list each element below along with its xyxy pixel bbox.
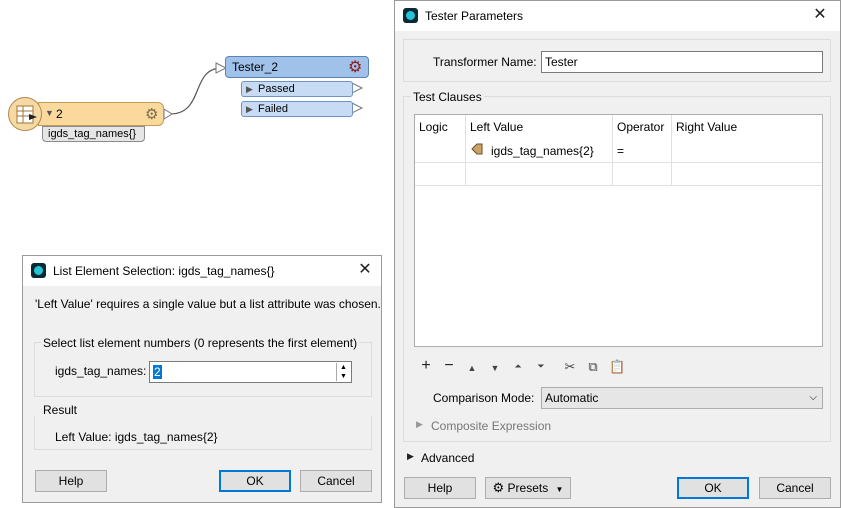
dialog-message: 'Left Value' requires a single value but…: [35, 297, 381, 311]
move-top-icon[interactable]: ⏶: [511, 361, 525, 372]
cancel-button[interactable]: Cancel: [300, 470, 372, 492]
test-clauses-label: Test Clauses: [411, 90, 484, 104]
transformer-name-input[interactable]: Tester: [541, 51, 823, 73]
gear-icon: ⚙: [492, 480, 505, 495]
left-value-cell[interactable]: igds_tag_names{2}: [491, 144, 594, 158]
port-label: Passed: [258, 83, 295, 95]
cancel-button[interactable]: Cancel: [759, 477, 831, 499]
comparison-mode-label: Comparison Mode:: [433, 391, 535, 405]
attribute-label: igds_tag_names{}: [42, 126, 145, 142]
list-index-spinbox[interactable]: 2 ▲ ▼: [149, 361, 352, 383]
expand-arrow-icon: ▶: [246, 84, 253, 94]
comparison-mode-value: Automatic: [545, 391, 599, 405]
remove-row-icon[interactable]: −: [442, 357, 456, 375]
port-label: Failed: [258, 103, 288, 115]
port-failed[interactable]: ▶ Failed: [241, 101, 353, 117]
advanced-toggle[interactable]: Advanced: [421, 451, 474, 465]
dialog-title: Tester Parameters: [425, 9, 524, 23]
spin-buttons[interactable]: ▲ ▼: [336, 363, 350, 381]
copy-icon[interactable]: ⧉: [586, 359, 600, 375]
ok-button[interactable]: OK: [219, 470, 291, 492]
cut-icon[interactable]: ✂: [563, 359, 577, 375]
list-element-dialog: List Element Selection: igds_tag_names{}…: [22, 255, 382, 503]
help-button[interactable]: Help: [404, 477, 476, 499]
move-down-icon[interactable]: ▼: [488, 363, 502, 373]
table-icon: [16, 105, 37, 124]
expand-arrow-icon: ▶: [246, 104, 253, 114]
expand-arrow-icon[interactable]: ▶: [416, 419, 423, 430]
result-text: Left Value: igds_tag_names{2}: [55, 430, 218, 444]
expand-arrow-icon[interactable]: ▶: [407, 451, 414, 462]
port-number: 2: [56, 107, 63, 121]
ok-button[interactable]: OK: [677, 477, 749, 499]
dialog-titlebar: Tester Parameters ✕: [395, 1, 840, 31]
chevron-down-icon: ⌵: [809, 392, 817, 403]
dialog-title: List Element Selection: igds_tag_names{}: [53, 264, 275, 278]
operator-cell[interactable]: =: [617, 144, 624, 158]
gear-icon[interactable]: ⚙: [145, 105, 158, 123]
attribute-icon: [471, 143, 483, 155]
list-index-value: 2: [153, 365, 162, 379]
reader-icon[interactable]: [8, 97, 42, 131]
gear-icon[interactable]: ⚙: [348, 57, 362, 77]
help-button[interactable]: Help: [35, 470, 107, 492]
column-header-right-value[interactable]: Right Value: [676, 120, 737, 134]
transformer-name-label: Transformer Name:: [433, 55, 537, 69]
comparison-mode-select[interactable]: Automatic ⌵: [541, 387, 823, 409]
move-bottom-icon[interactable]: ⏷: [534, 361, 548, 372]
result-label: Result: [43, 403, 78, 417]
app-icon: [403, 8, 418, 23]
composite-expression-toggle[interactable]: Composite Expression: [431, 419, 551, 433]
dropdown-arrow-icon: ▼: [555, 485, 564, 494]
move-up-icon[interactable]: ▲: [465, 363, 479, 373]
tester-title: Tester_2: [232, 60, 279, 74]
presets-label: Presets: [507, 481, 549, 495]
tester-parameters-dialog: Tester Parameters ✕ Transformer Name: Te…: [394, 0, 841, 508]
column-header-left-value[interactable]: Left Value: [470, 120, 523, 134]
test-clauses-table[interactable]: Logic Left Value Operator Right Value ig…: [414, 114, 823, 347]
spin-down-icon[interactable]: ▼: [337, 372, 350, 381]
add-row-icon[interactable]: +: [419, 357, 433, 375]
paste-icon[interactable]: 📋: [609, 359, 625, 375]
port-passed[interactable]: ▶ Passed: [241, 81, 353, 97]
presets-button[interactable]: ⚙ Presets ▼: [485, 477, 571, 499]
select-group-label: Select list element numbers (0 represent…: [41, 336, 360, 350]
close-icon[interactable]: ✕: [810, 5, 830, 25]
reader-node[interactable]: ▼ 2 ⚙: [38, 102, 164, 126]
expand-arrow-icon[interactable]: ▼: [45, 108, 54, 118]
column-header-operator[interactable]: Operator: [617, 120, 664, 134]
app-icon: [31, 263, 46, 278]
dialog-titlebar: List Element Selection: igds_tag_names{}…: [23, 256, 381, 286]
column-header-logic[interactable]: Logic: [419, 120, 448, 134]
close-icon[interactable]: ✕: [355, 260, 375, 280]
spin-up-icon[interactable]: ▲: [337, 363, 350, 372]
tester-node[interactable]: Tester_2 ⚙: [225, 56, 369, 78]
field-label: igds_tag_names:: [55, 364, 147, 378]
